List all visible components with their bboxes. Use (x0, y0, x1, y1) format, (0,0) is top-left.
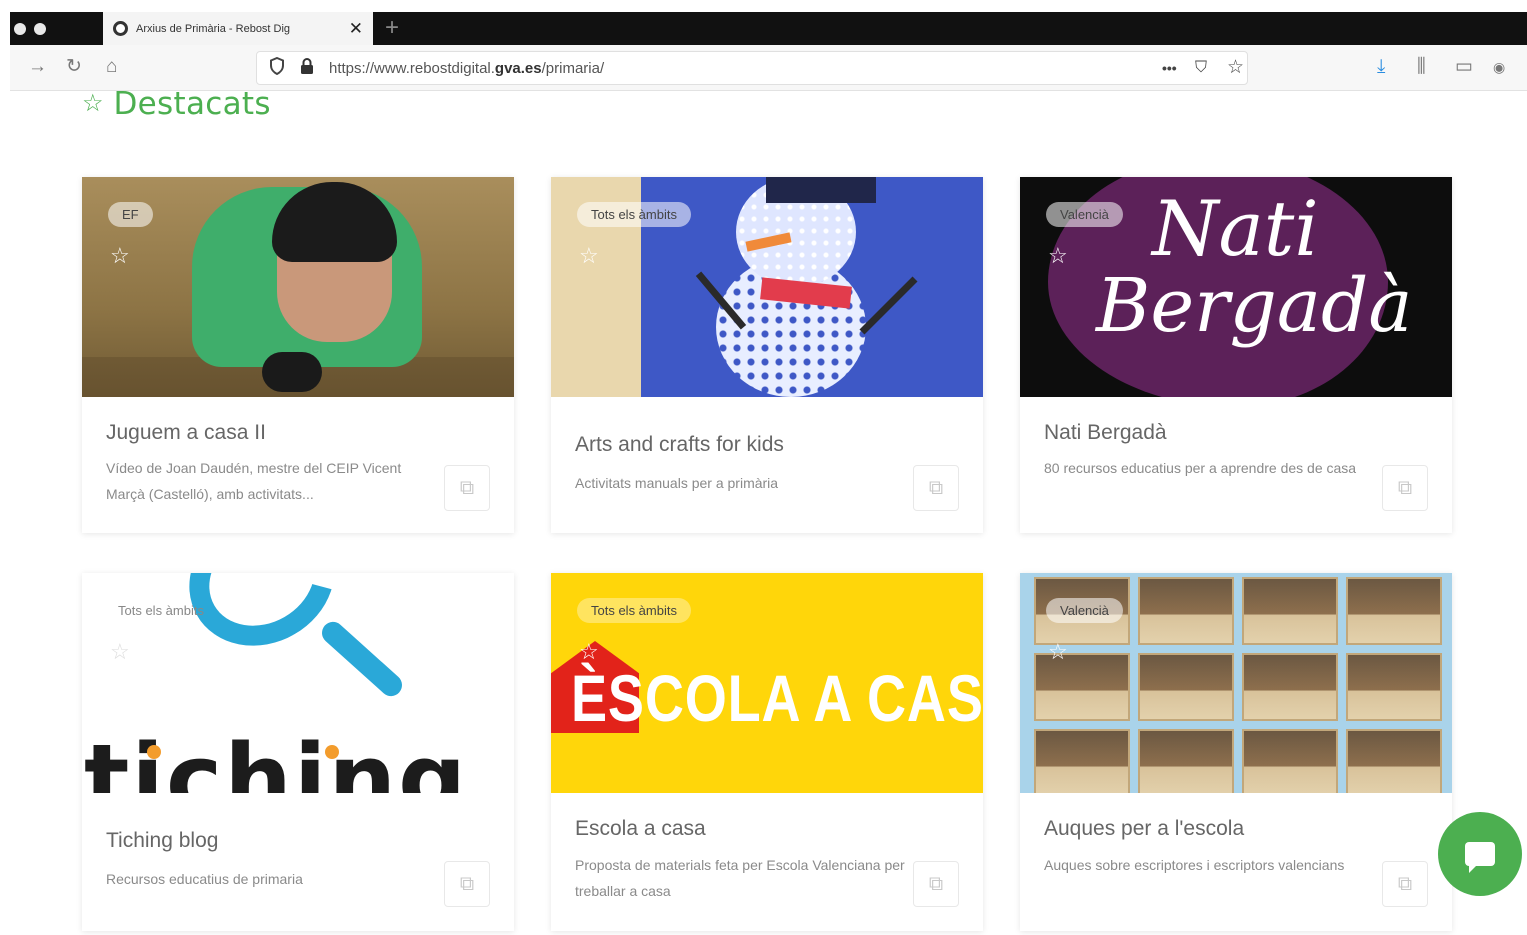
favorite-star-icon[interactable]: ☆ (110, 245, 130, 267)
tab-close-icon[interactable]: ✕ (349, 20, 363, 37)
resource-card-tiching[interactable]: tiching Tots els àmbits ☆ Tiching blog R… (82, 573, 514, 931)
card-title[interactable]: Auques per a l'escola (1044, 817, 1244, 841)
resource-card-nati-bergada[interactable]: Nati Bergadà Valencià ☆ Nati Bergadà 80 … (1020, 177, 1452, 533)
card-title[interactable]: Escola a casa (575, 817, 706, 841)
browser-titlebar: Arxius de Primària - Rebost Dig ✕ + (10, 12, 1527, 45)
chat-bubble-icon (1465, 842, 1495, 873)
site-favicon-icon (113, 21, 128, 36)
open-link-button[interactable]: ⧉ (444, 861, 490, 907)
open-link-button[interactable]: ⧉ (913, 465, 959, 511)
tab-title: Arxius de Primària - Rebost Dig (136, 22, 291, 35)
card-image[interactable]: tiching Tots els àmbits ☆ (82, 573, 514, 793)
library-icon[interactable]: ⫼ (1417, 55, 1426, 79)
url-domain: gva.es (494, 60, 542, 77)
window-close-dot[interactable] (14, 23, 26, 35)
lock-icon[interactable] (299, 57, 315, 75)
card-title[interactable]: Juguem a casa II (106, 421, 266, 445)
card-description: Auques sobre escriptores i escriptors va… (1044, 857, 1345, 873)
card-image[interactable]: ÈSCOLA A CASA Tots els àmbits ☆ (551, 573, 983, 793)
browser-tab[interactable]: Arxius de Primària - Rebost Dig ✕ (103, 12, 373, 45)
external-link-icon: ⧉ (1397, 872, 1413, 895)
external-link-icon: ⧉ (1397, 476, 1413, 499)
card-title[interactable]: Arts and crafts for kids (575, 433, 784, 457)
card-title[interactable]: Tiching blog (106, 829, 218, 853)
home-icon[interactable]: ⌂ (106, 55, 117, 79)
back-arrow-icon[interactable]: → (28, 55, 47, 79)
category-badge: Valencià (1046, 598, 1123, 623)
external-link-icon: ⧉ (459, 476, 475, 499)
reload-icon[interactable]: ↻ (66, 55, 82, 79)
category-badge: EF (108, 202, 153, 227)
url-text[interactable]: https://www.rebostdigital.gva.es/primari… (329, 60, 604, 77)
page-actions-icon[interactable]: ••• (1162, 57, 1177, 79)
tiching-logo-text: tiching (84, 725, 469, 794)
new-tab-button[interactable]: + (385, 14, 399, 42)
bookmark-star-icon[interactable]: ☆ (1227, 57, 1244, 79)
card-image[interactable]: EF ☆ (82, 177, 514, 397)
card-description: Activitats manuals per a primària (575, 475, 779, 491)
address-bar[interactable]: https://www.rebostdigital.gva.es/primari… (256, 51, 1248, 85)
external-link-icon: ⧉ (928, 872, 944, 895)
open-link-button[interactable]: ⧉ (1382, 861, 1428, 907)
sidebar-icon[interactable]: ▭ (1455, 55, 1473, 79)
url-path: /primaria/ (541, 60, 605, 77)
card-image[interactable]: Valencià ☆ (1020, 573, 1452, 793)
card-image[interactable]: Tots els àmbits ☆ (551, 177, 983, 397)
category-badge: Tots els àmbits (577, 202, 691, 227)
card-description: 80 recursos educatius per a aprendre des… (1044, 460, 1357, 476)
external-link-icon: ⧉ (928, 476, 944, 499)
card-description: Vídeo de Joan Daudén, mestre del CEIP Vi… (106, 460, 402, 502)
url-prefix: https://www.rebostdigital. (329, 60, 495, 77)
card-image[interactable]: Nati Bergadà Valencià ☆ (1020, 177, 1452, 397)
star-icon: ☆ (82, 90, 104, 117)
favorite-star-icon[interactable]: ☆ (579, 641, 599, 663)
shield-icon[interactable] (269, 57, 285, 75)
section-heading: ☆ Destacats (82, 86, 271, 122)
navigation-toolbar: → ↻ ⌂ https://www.rebostdigital.gva.es/p… (10, 45, 1527, 91)
open-link-button[interactable]: ⧉ (913, 861, 959, 907)
resource-card-juguem[interactable]: EF ☆ Juguem a casa II Vídeo de Joan Daud… (82, 177, 514, 533)
card-description: Recursos educatius de primaria (106, 871, 303, 887)
card-title[interactable]: Nati Bergadà (1044, 421, 1167, 445)
download-icon[interactable]: ⤓ (1377, 55, 1385, 79)
artwork-text-line2: Bergadà (1096, 263, 1413, 349)
card-description: Proposta de materials feta per Escola Va… (575, 857, 905, 899)
open-link-button[interactable]: ⧉ (1382, 465, 1428, 511)
chat-button[interactable] (1438, 812, 1522, 896)
favorite-star-icon[interactable]: ☆ (579, 245, 599, 267)
resource-card-auques[interactable]: Valencià ☆ Auques per a l'escola Auques … (1020, 573, 1452, 931)
artwork-text-line1: Nati (1152, 184, 1319, 273)
window-minimize-dot[interactable] (34, 23, 46, 35)
resource-card-escola-a-casa[interactable]: ÈSCOLA A CASA Tots els àmbits ☆ Escola a… (551, 573, 983, 931)
resource-card-arts-crafts[interactable]: Tots els àmbits ☆ Arts and crafts for ki… (551, 177, 983, 533)
favorite-star-icon[interactable]: ☆ (1048, 641, 1068, 663)
pocket-icon[interactable]: ⛉ (1195, 57, 1207, 79)
section-title: Destacats (113, 86, 271, 122)
category-badge: Valencià (1046, 202, 1123, 227)
favorite-star-icon[interactable]: ☆ (110, 641, 130, 663)
category-badge: Tots els àmbits (577, 598, 691, 623)
escola-logo-text: ÈSCOLA A CASA (571, 661, 983, 735)
external-link-icon: ⧉ (459, 872, 475, 895)
extension-icon[interactable]: ◉ (1493, 55, 1505, 79)
category-badge: Tots els àmbits (118, 603, 204, 618)
favorite-star-icon[interactable]: ☆ (1048, 245, 1068, 267)
open-link-button[interactable]: ⧉ (444, 465, 490, 511)
